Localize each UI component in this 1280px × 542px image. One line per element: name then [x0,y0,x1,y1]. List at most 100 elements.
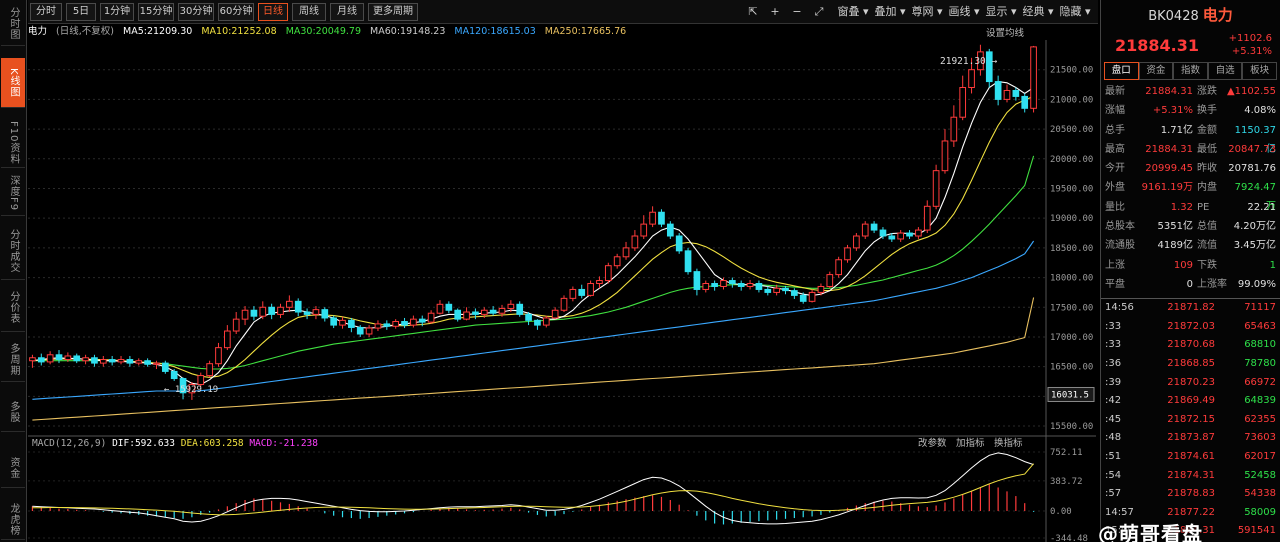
candle-body [472,311,479,315]
candle-body [29,357,36,362]
sidebar-tab-7[interactable]: 多股 [1,392,25,432]
quote-label: 最高 [1105,143,1125,155]
sidebar-tab-5[interactable]: 分价表 [1,284,25,332]
candle [604,262,612,284]
legend-ma250: MA250:17665.76 [544,26,627,37]
panel-tab-4[interactable]: 板块 [1242,62,1277,80]
candle-body [826,274,834,287]
quote-table: 最新 21884.31 涨跌 ▲1102.55 涨幅 +5.31% 换手 4.08% 总手 1.7… [1101,82,1280,294]
macd-tick-label: 752.11 [1050,448,1083,458]
candle-body [489,309,497,314]
candle-body [666,223,674,237]
candle-body [622,247,630,258]
period-button-2[interactable]: 1分钟 [100,3,134,21]
candle-body [516,303,524,315]
candle-body [675,235,683,252]
quote-value: 20999.45 [1145,163,1193,175]
quote-value: 109 [1173,259,1193,271]
tick-volume: 73603 [1244,432,1276,444]
minus-icon[interactable]: − [788,3,806,21]
kline-chart[interactable]: 21500.00 21000.00 20500.00 20000.00 19500.00… [28,40,1096,542]
sidebar-tab-6[interactable]: 多周期 [1,338,25,382]
period-button-8[interactable]: 月线 [330,3,364,21]
panel-tab-2[interactable]: 指数 [1173,62,1208,80]
stock-header: BK0428 电力 [1101,0,1280,30]
tool-0[interactable]: 窗叠 ▾ [836,3,870,21]
price-tick-label: 18500.00 [1050,244,1093,254]
sidebar-tab-2[interactable]: F10资料 [1,118,25,168]
tool-6[interactable]: 隐藏 ▾ [1058,3,1092,21]
sidebar-tab-3[interactable]: 深度F9 [1,172,25,216]
candle-body [525,313,532,321]
period-button-0[interactable]: 分时 [30,3,62,21]
candle-body [480,309,488,315]
period-button-5[interactable]: 60分钟 [218,3,254,21]
tool-4[interactable]: 显示 ▾ [984,3,1018,21]
ma-settings-button[interactable]: 设置均线 [986,25,1024,39]
quote-value: 1.71亿 [1160,124,1193,136]
period-button-3[interactable]: 15分钟 [138,3,174,21]
tick-time: :36 [1105,358,1122,370]
candle-body [542,317,550,326]
candle-body [932,170,940,207]
quote-label: 量比 [1105,201,1125,213]
period-button-4[interactable]: 30分钟 [178,3,214,21]
plus-icon[interactable]: + [766,3,784,21]
tick-row: :57 21878.83 54338 [1101,485,1280,504]
period-button-1[interactable]: 5日 [66,3,96,21]
tick-row: :48 21873.87 73603 [1101,429,1280,448]
sidebar-tab-9[interactable]: 龙虎榜 [1,500,25,540]
candle-body [746,283,754,287]
candle-body [649,211,656,225]
quote-row: 外盘 9161.19万 内盘 7924.47万 [1101,178,1280,212]
period-button-7[interactable]: 周线 [292,3,326,21]
candle-body [613,256,621,267]
tick-price: 21871.82 [1167,302,1215,314]
candle-body [73,355,81,362]
candle-body [454,309,462,320]
quote-label: 外盘 [1105,182,1125,194]
tick-row: :33 21870.68 68810 [1101,336,1280,355]
quote-label: 金额 [1197,124,1217,136]
candle-body [693,271,701,290]
tool-2[interactable]: 尊网 ▾ [910,3,944,21]
sidebar-tab-1[interactable]: K线图 [1,58,25,108]
quote-value: 4.08% [1244,105,1276,117]
sidebar-tab-8[interactable]: 资金 [1,448,25,488]
quote-row: 总股本 5351亿 总值 4.20万亿 [1101,217,1280,236]
quote-label: 今开 [1105,163,1125,175]
candle-body [356,326,364,335]
quote-label: 昨收 [1197,163,1217,175]
period-button-6[interactable]: 日线 [258,3,288,21]
candle-body [126,359,134,364]
tick-volume: 65463 [1244,320,1276,332]
tick-row: :39 21870.23 66972 [1101,374,1280,393]
candle-body [906,232,913,237]
candle-body [250,309,258,317]
expand-icon[interactable]: ⇱ [744,3,762,21]
tick-volume: 66972 [1244,376,1276,388]
tool-3[interactable]: 画线 ▾ [947,3,981,21]
candle-body [791,290,798,296]
sidebar-tab-4[interactable]: 分时成交 [1,222,25,280]
candle-body [604,265,612,282]
tool-1[interactable]: 叠加 ▾ [873,3,907,21]
quote-value: 99.09% [1237,278,1276,290]
tool-5[interactable]: 经典 ▾ [1021,3,1055,21]
period-button-9[interactable]: 更多周期 [368,3,418,21]
quote-row: 最高 21884.31 最低 20847.73 [1101,140,1280,159]
fullscreen-icon[interactable]: ⤢ [810,3,828,21]
panel-tab-3[interactable]: 自选 [1207,62,1243,80]
candle-body [879,229,887,237]
sidebar-tab-0[interactable]: 分时图 [1,2,25,46]
quote-value: 21884.31 [1145,143,1193,155]
tick-list: 14:56 21871.82 71117:33 21872.03 65463:33 218… [1101,298,1280,541]
candle-body [117,359,125,363]
panel-tab-1[interactable]: 资金 [1138,62,1174,80]
quote-row: 今开 20999.45 昨收 20781.76 [1101,159,1280,178]
macd-value: MACD:-21.238 [249,438,318,449]
panel-tab-0[interactable]: 盘口 [1104,62,1139,80]
candle-body [755,283,763,290]
legend-ma5: MA5:21209.30 [123,26,193,37]
candle-body [339,319,346,326]
